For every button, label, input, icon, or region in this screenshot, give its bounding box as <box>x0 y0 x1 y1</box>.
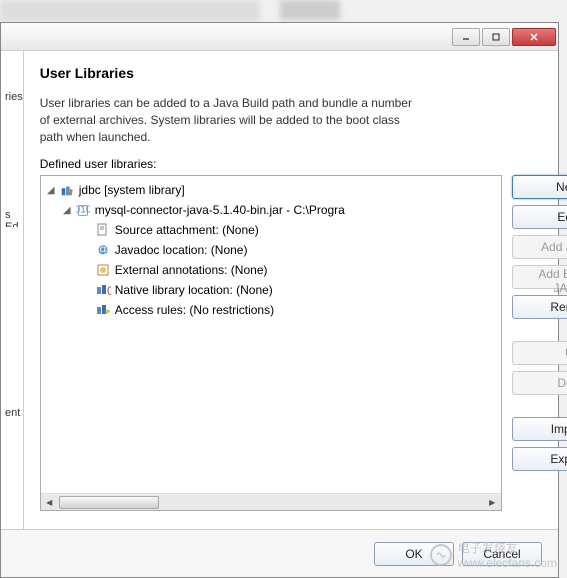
tree-node-label: Native library location: (None) <box>115 283 273 297</box>
svg-text:0: 0 <box>107 284 111 298</box>
library-icon <box>59 182 75 198</box>
svg-text:@: @ <box>97 242 109 256</box>
tree-jar-node[interactable]: ◢ 010 mysql-connector-java-5.1.40-bin.ja… <box>41 200 501 220</box>
tree-library-node[interactable]: ◢ jdbc [system library] <box>41 180 501 200</box>
tree-node-label: Source attachment: (None) <box>115 223 259 237</box>
bottom-bar: OK Cancel <box>1 529 558 577</box>
page-description: User libraries can be added to a Java Bu… <box>40 95 420 145</box>
titlebar <box>1 23 558 51</box>
page-title: User Libraries <box>40 65 567 81</box>
tree-attr-node[interactable]: @ Javadoc location: (None) <box>41 240 501 260</box>
import-button[interactable]: Import... <box>512 417 567 441</box>
scroll-left-icon[interactable]: ◀ <box>41 495 58 510</box>
libraries-tree[interactable]: ◢ jdbc [system library] ◢ 010 mysql-conn… <box>40 175 502 511</box>
close-button[interactable] <box>512 28 556 46</box>
javadoc-icon: @ <box>95 242 111 258</box>
left-cut-label: ries <box>1 91 23 109</box>
scroll-thumb[interactable] <box>59 496 159 509</box>
new-button[interactable]: New... <box>512 175 567 199</box>
tree-attr-node[interactable]: Access rules: (No restrictions) <box>41 300 501 320</box>
content-area: ries s Ed ent ⇦▾ ⇨▾ ▼ User Libraries Use… <box>1 51 558 577</box>
defined-libraries-label: Defined user libraries: <box>40 157 567 171</box>
expand-icon[interactable]: ◢ <box>61 204 73 216</box>
svg-text:010: 010 <box>76 204 90 216</box>
button-column: New... Edit... Add JARs... Add External … <box>512 175 567 511</box>
minimize-button[interactable] <box>452 28 480 46</box>
tree-node-label: External annotations: (None) <box>115 263 268 277</box>
tree-node-label: mysql-connector-java-5.1.40-bin.jar - C:… <box>95 203 345 217</box>
blurred-title-2 <box>280 0 340 20</box>
maximize-button[interactable] <box>482 28 510 46</box>
ok-button[interactable]: OK <box>374 542 454 566</box>
remove-button[interactable]: Remove <box>512 295 567 319</box>
edit-button[interactable]: Edit... <box>512 205 567 229</box>
export-button[interactable]: Export... <box>512 447 567 471</box>
down-button[interactable]: Down <box>512 371 567 395</box>
tree-attr-node[interactable]: Source attachment: (None) <box>41 220 501 240</box>
source-icon <box>95 222 111 238</box>
main-panel: ⇦▾ ⇨▾ ▼ User Libraries User libraries ca… <box>24 51 567 577</box>
native-icon: 0 <box>95 282 111 298</box>
add-external-jars-button[interactable]: Add External JARs... <box>512 265 567 289</box>
horizontal-scrollbar[interactable]: ◀ ▶ <box>41 493 501 510</box>
add-jars-button[interactable]: Add JARs... <box>512 235 567 259</box>
expand-icon[interactable]: ◢ <box>45 184 57 196</box>
scroll-right-icon[interactable]: ▶ <box>484 495 501 510</box>
left-cut-label: ent <box>1 407 23 425</box>
cancel-button[interactable]: Cancel <box>462 542 542 566</box>
dialog-window: ries s Ed ent ⇦▾ ⇨▾ ▼ User Libraries Use… <box>0 22 559 578</box>
tree-node-label: jdbc [system library] <box>79 183 185 197</box>
jar-icon: 010 <box>75 202 91 218</box>
tree-attr-node[interactable]: External annotations: (None) <box>41 260 501 280</box>
up-button[interactable]: Up <box>512 341 567 365</box>
annotation-icon <box>95 262 111 278</box>
access-icon <box>95 302 111 318</box>
tree-node-label: Access rules: (No restrictions) <box>115 303 274 317</box>
left-tree-strip: ries s Ed ent <box>1 51 24 577</box>
tree-attr-node[interactable]: 0 Native library location: (None) <box>41 280 501 300</box>
tree-node-label: Javadoc location: (None) <box>115 243 248 257</box>
blurred-title <box>0 0 260 22</box>
left-cut-label: s Ed <box>1 209 23 227</box>
